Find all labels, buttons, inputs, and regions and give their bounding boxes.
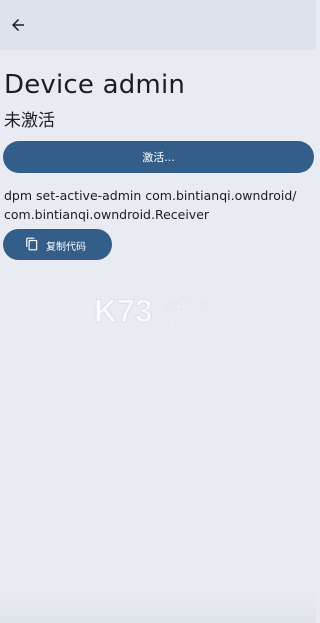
app-bar	[0, 0, 316, 50]
back-button[interactable]	[4, 11, 32, 39]
copy-code-button[interactable]: 复制代码	[3, 229, 112, 260]
bottom-shade	[0, 590, 316, 623]
watermark-brand: K73	[94, 293, 153, 329]
watermark-line2: .com	[166, 313, 195, 327]
status-text: 未激活	[4, 111, 55, 131]
k73-watermark-logo: K73 游戏之家 .com	[94, 293, 213, 330]
page-title: Device admin	[4, 70, 186, 100]
copy-icon	[26, 237, 38, 251]
arrow-left-icon	[12, 19, 24, 31]
copy-button-label: 复制代码	[46, 242, 86, 253]
adb-command-text: dpm set-active-admin com.bintianqi.owndr…	[4, 188, 297, 222]
activate-button-label: 激活...	[142, 151, 175, 164]
activate-button[interactable]: 激活...	[3, 141, 314, 173]
watermark-line1: 游戏之家	[164, 298, 212, 313]
